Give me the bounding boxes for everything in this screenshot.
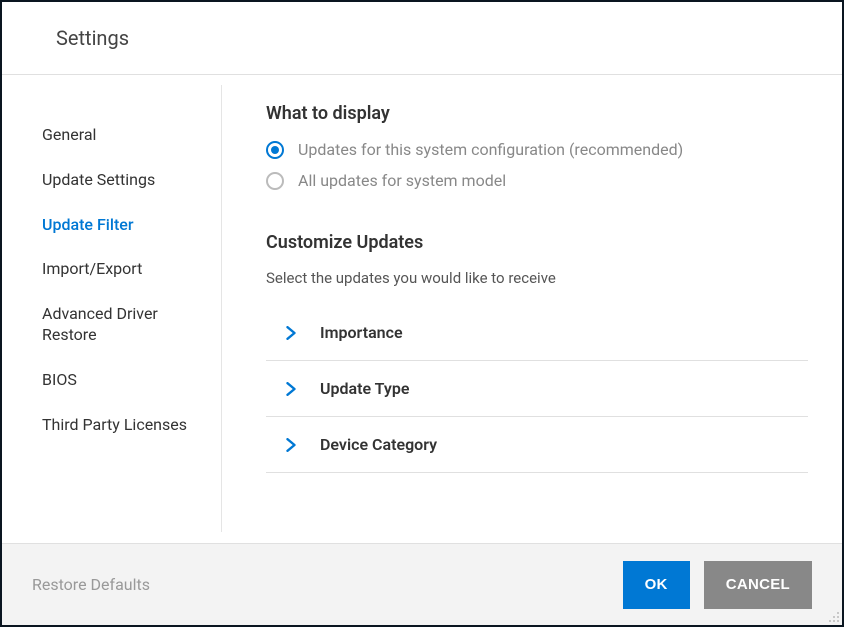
sidebar-item-update-filter[interactable]: Update Filter	[42, 203, 192, 248]
chevron-right-icon	[282, 380, 300, 398]
accordion-label: Importance	[320, 323, 403, 342]
radio-option-all-updates[interactable]: All updates for system model	[266, 171, 808, 190]
sidebar-item-general[interactable]: General	[42, 113, 192, 158]
accordion-importance[interactable]: Importance	[266, 305, 808, 361]
sidebar: General Update Settings Update Filter Im…	[2, 85, 222, 532]
sidebar-item-bios[interactable]: BIOS	[42, 358, 192, 403]
accordion-label: Device Category	[320, 435, 437, 454]
sidebar-item-third-party-licenses[interactable]: Third Party Licenses	[42, 403, 192, 448]
main-panel: What to display Updates for this system …	[222, 75, 842, 542]
accordion-label: Update Type	[320, 379, 409, 398]
sidebar-item-advanced-driver-restore[interactable]: Advanced Driver Restore	[42, 292, 192, 358]
chevron-right-icon	[282, 436, 300, 454]
chevron-right-icon	[282, 324, 300, 342]
page-title: Settings	[56, 26, 842, 50]
resize-grip-icon[interactable]	[828, 611, 840, 623]
what-to-display-heading: What to display	[266, 103, 808, 124]
sidebar-item-update-settings[interactable]: Update Settings	[42, 158, 192, 203]
radio-label: All updates for system model	[298, 171, 506, 190]
radio-icon	[266, 172, 284, 190]
cancel-button[interactable]: CANCEL	[704, 561, 812, 609]
radio-option-recommended[interactable]: Updates for this system configuration (r…	[266, 140, 808, 159]
accordion-update-type[interactable]: Update Type	[266, 361, 808, 417]
settings-header: Settings	[2, 2, 842, 75]
ok-button[interactable]: OK	[623, 561, 690, 609]
radio-label: Updates for this system configuration (r…	[298, 140, 683, 159]
sidebar-item-import-export[interactable]: Import/Export	[42, 247, 192, 292]
accordion-device-category[interactable]: Device Category	[266, 417, 808, 473]
footer-buttons: OK CANCEL	[623, 561, 812, 609]
customize-updates-heading: Customize Updates	[266, 232, 808, 253]
content-area: General Update Settings Update Filter Im…	[2, 75, 842, 542]
customize-updates-description: Select the updates you would like to rec…	[266, 269, 808, 287]
radio-icon	[266, 141, 284, 159]
footer: Restore Defaults OK CANCEL	[2, 543, 842, 625]
customize-updates-section: Customize Updates Select the updates you…	[266, 232, 808, 473]
restore-defaults-link[interactable]: Restore Defaults	[32, 575, 150, 594]
